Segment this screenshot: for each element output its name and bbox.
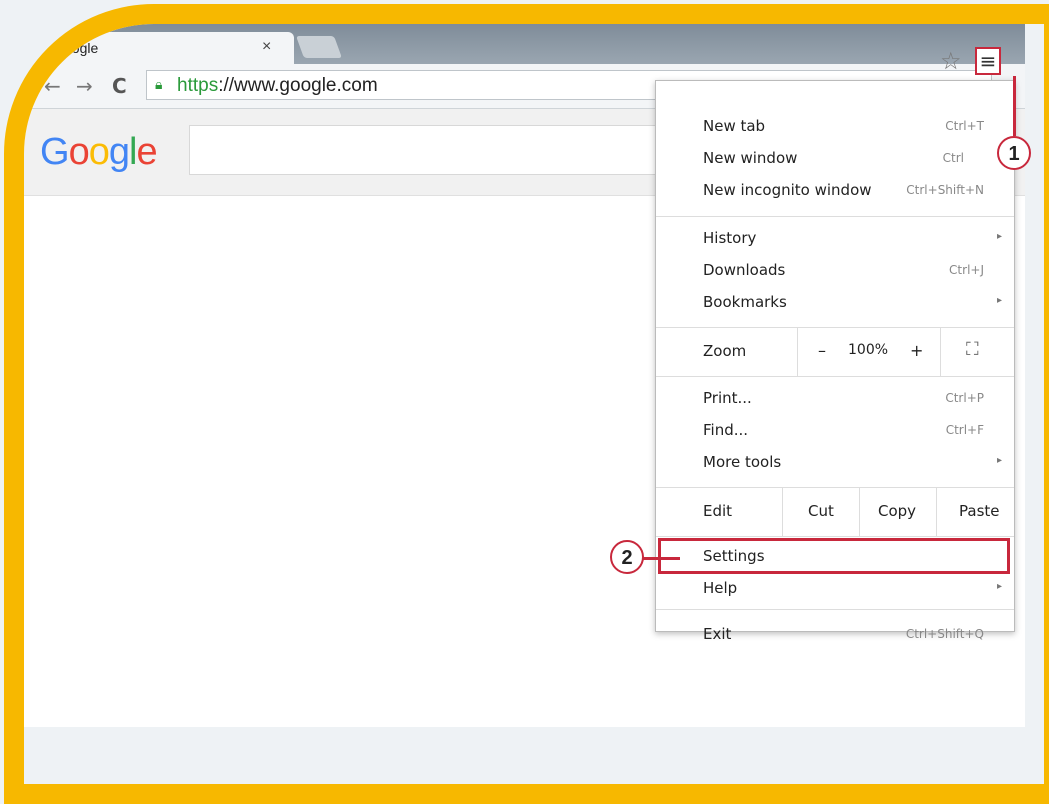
bookmark-star-icon[interactable]: ☆ (940, 47, 962, 75)
back-icon[interactable]: ← (44, 74, 61, 98)
callout-connector (640, 557, 680, 560)
logo-letter: g (108, 131, 130, 173)
chrome-menu: New tab Ctrl+T New window Ctrl New incogni… (655, 80, 1015, 643)
menu-item-settings[interactable]: Settings (656, 543, 1014, 571)
zoom-label: Zoom (703, 342, 747, 360)
new-tab-button[interactable] (295, 36, 343, 58)
chevron-right-icon: ▸ (996, 581, 1002, 592)
reload-icon[interactable]: C (112, 74, 127, 98)
callout-step-1: 1 (997, 136, 1031, 170)
menu-divider (656, 609, 1014, 610)
fullscreen-icon[interactable]: ⛶ (966, 339, 979, 360)
chevron-right-icon: ▸ (996, 455, 1002, 466)
zoom-level: 100% (848, 342, 889, 358)
paste-button[interactable]: Paste (959, 502, 1000, 520)
callout-step-2: 2 (610, 540, 644, 574)
menu-item-more-tools[interactable]: More tools ▸ (656, 449, 1014, 477)
zoom-in-button[interactable]: + (910, 341, 923, 360)
url-text: https://www.google.com (177, 75, 378, 96)
logo-letter: o (88, 131, 110, 173)
chrome-menu-button[interactable]: ≡ (975, 47, 1001, 75)
tab-google[interactable]: oogle × (24, 32, 294, 64)
lock-icon: 🔒︎ (155, 76, 163, 92)
menu-item-history[interactable]: History ▸ (656, 225, 1014, 253)
menu-item-print[interactable]: Print... Ctrl+P (656, 385, 1014, 413)
menu-zoom-row: Zoom – 100% + ⛶ (656, 328, 1014, 376)
chevron-right-icon: ▸ (996, 231, 1002, 242)
logo-letter: G (40, 131, 70, 173)
menu-divider (656, 376, 1014, 377)
cut-button[interactable]: Cut (808, 502, 834, 520)
callout-connector (1013, 76, 1016, 136)
copy-button[interactable]: Copy (878, 502, 916, 520)
menu-divider (656, 536, 1014, 537)
menu-edit-row: Edit Cut Copy Paste (656, 488, 1014, 536)
menu-item-exit[interactable]: Exit Ctrl+Shift+Q (656, 621, 1014, 645)
menu-item-help[interactable]: Help ▸ (656, 575, 1014, 603)
menu-item-find[interactable]: Find... Ctrl+F (656, 417, 1014, 445)
menu-item-new-incognito[interactable]: New incognito window Ctrl+Shift+N (656, 177, 1014, 205)
forward-icon[interactable]: → (76, 74, 93, 98)
tab-title: oogle (64, 40, 99, 56)
logo-letter: o (68, 131, 90, 173)
zoom-out-button[interactable]: – (818, 341, 826, 360)
menu-item-downloads[interactable]: Downloads Ctrl+J (656, 257, 1014, 285)
google-logo: Google (40, 131, 158, 174)
edit-label: Edit (703, 502, 733, 520)
logo-letter: e (136, 131, 157, 173)
menu-item-new-tab[interactable]: New tab Ctrl+T (656, 113, 1014, 141)
chevron-right-icon: ▸ (996, 295, 1002, 306)
menu-item-new-window[interactable]: New window Ctrl (656, 145, 1014, 173)
close-icon[interactable]: × (262, 38, 271, 56)
tab-strip: oogle × (24, 24, 1025, 64)
menu-item-bookmarks[interactable]: Bookmarks ▸ (656, 289, 1014, 317)
menu-divider (656, 216, 1014, 217)
